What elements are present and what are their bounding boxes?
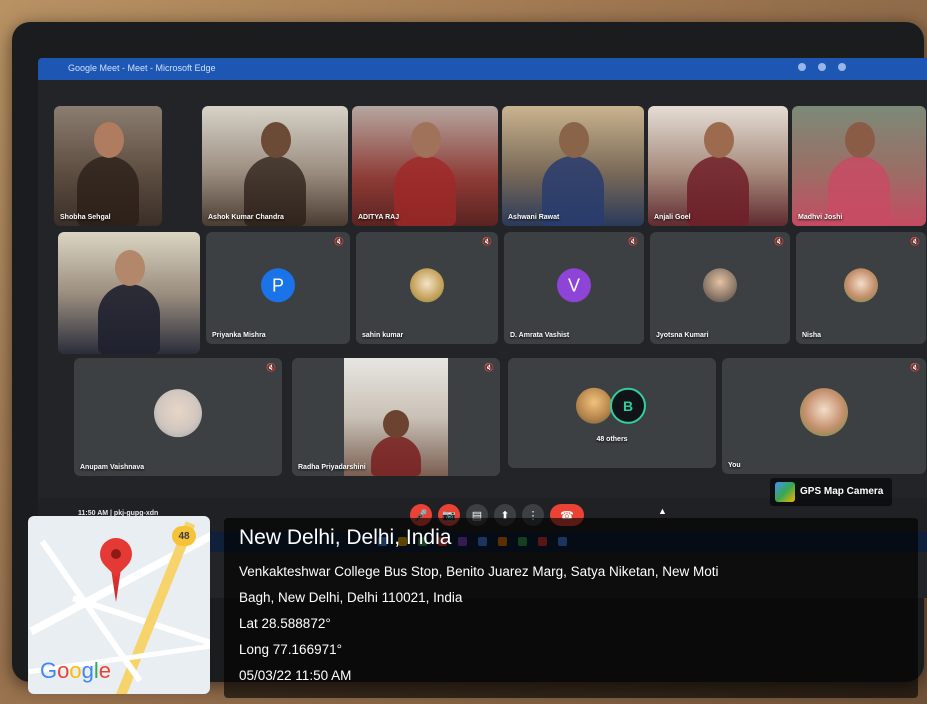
participant-name: sahin kumar <box>362 332 404 339</box>
participant-avatar <box>844 268 878 303</box>
gps-camera-watermark: GPS Map Camera <box>770 478 892 506</box>
participant-video <box>98 250 160 354</box>
location-datetime: 05/03/22 11:50 AM <box>239 668 352 683</box>
participant-tile[interactable]: Shobha Sehgal <box>54 106 162 226</box>
google-logo: Google <box>40 658 112 683</box>
participant-avatar <box>410 268 444 303</box>
watermark-label: GPS Map Camera <box>800 486 884 497</box>
participant-avatar: P <box>261 268 295 303</box>
participant-tile[interactable] <box>58 232 200 354</box>
participant-name: 48 others <box>596 436 628 443</box>
mic-off-icon: 🔇 <box>484 363 494 372</box>
participant-tile[interactable]: B 48 others <box>508 358 716 468</box>
participant-tile[interactable]: 🔇 P Priyanka Mishra <box>206 232 350 344</box>
participant-tile[interactable]: 🔇 Jyotsna Kumari <box>650 232 790 344</box>
participant-name: Nisha <box>802 332 822 339</box>
mic-off-icon: 🔇 <box>910 237 920 246</box>
mic-off-icon: 🔇 <box>334 237 344 246</box>
participant-name: D. Amrata Vashist <box>510 332 570 339</box>
mouse-cursor-icon: ▲ <box>658 506 667 516</box>
minimize-icon[interactable] <box>798 63 806 71</box>
participant-name: Jyotsna Kumari <box>656 332 709 339</box>
participant-tile[interactable]: Ashwani Rawat <box>502 106 644 226</box>
participant-avatar <box>703 268 737 303</box>
participant-tile[interactable]: Madhvi Joshi <box>792 106 926 226</box>
location-overlay: New Delhi, Delhi, India Venkakteshwar Co… <box>224 518 918 698</box>
location-address-line2: Bagh, New Delhi, Delhi 110021, India <box>239 590 463 605</box>
others-avatars: B <box>576 387 648 424</box>
location-address-line1: Venkakteshwar College Bus Stop, Benito J… <box>239 564 719 579</box>
participant-tile[interactable]: 🔇 Nisha <box>796 232 926 344</box>
participant-name: Priyanka Mishra <box>212 332 266 339</box>
location-longitude: Long 77.166971° <box>239 642 342 657</box>
mic-off-icon: 🔇 <box>774 237 784 246</box>
close-icon[interactable] <box>838 63 846 71</box>
participant-tile[interactable]: 🔇 Anupam Vaishnava <box>74 358 282 476</box>
participant-tile[interactable]: 🔇 sahin kumar <box>356 232 498 344</box>
participant-tile[interactable]: 🔇 V D. Amrata Vashist <box>504 232 644 344</box>
mic-off-icon: 🔇 <box>482 237 492 246</box>
participant-avatar: V <box>557 268 591 303</box>
participant-video <box>344 358 448 476</box>
route-shield-badge: 48 <box>172 526 196 546</box>
map-pin-icon <box>93 531 139 577</box>
participant-tile[interactable]: Ashok Kumar Chandra <box>202 106 348 226</box>
participant-video <box>394 122 456 226</box>
window-title: Google Meet - Meet - Microsoft Edge <box>68 63 216 73</box>
participant-name: You <box>728 462 741 469</box>
participant-avatar <box>154 389 202 438</box>
browser-titlebar: Google Meet - Meet - Microsoft Edge <box>38 58 927 80</box>
location-latitude: Lat 28.588872° <box>239 616 331 631</box>
participant-name: Madhvi Joshi <box>798 214 843 221</box>
participant-name: Ashok Kumar Chandra <box>208 214 284 221</box>
gps-camera-logo-icon <box>775 482 795 502</box>
participant-name: Anjali Goel <box>654 214 691 221</box>
maximize-icon[interactable] <box>818 63 826 71</box>
participant-name: Ashwani Rawat <box>508 214 560 221</box>
location-map: 48 Google <box>28 516 210 694</box>
participant-avatar <box>800 388 848 437</box>
participant-video <box>687 122 749 226</box>
participant-tile[interactable]: 🔇 You <box>722 358 926 474</box>
participant-tile[interactable]: 🔇 Radha Priyadarshini <box>292 358 500 476</box>
participant-name: Radha Priyadarshini <box>298 464 366 471</box>
participant-tile[interactable]: ADITYA RAJ <box>352 106 498 226</box>
mic-off-icon: 🔇 <box>266 363 276 372</box>
participant-tile[interactable]: Anjali Goel <box>648 106 788 226</box>
participant-name: ADITYA RAJ <box>358 214 400 221</box>
mic-off-icon: 🔇 <box>910 363 920 372</box>
participant-name: Anupam Vaishnava <box>80 464 145 471</box>
mic-off-icon: 🔇 <box>628 237 638 246</box>
participant-name: Shobha Sehgal <box>60 214 111 221</box>
location-city: New Delhi, Delhi, India <box>239 526 452 549</box>
